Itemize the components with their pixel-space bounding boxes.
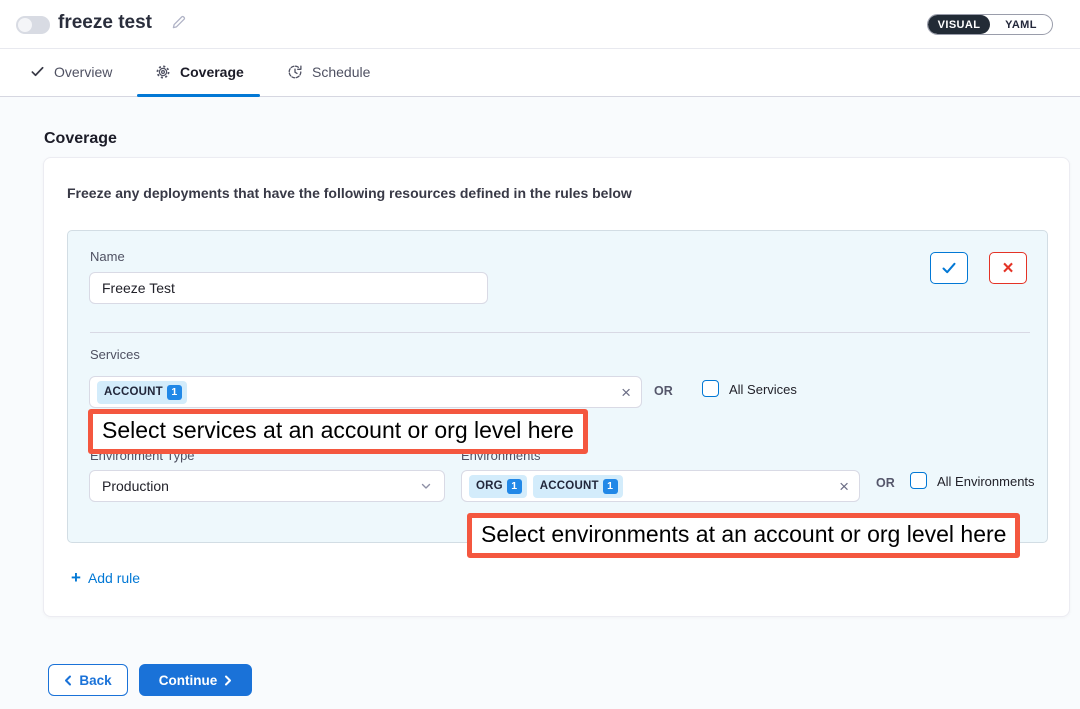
continue-button[interactable]: Continue bbox=[139, 664, 252, 696]
all-services-checkbox[interactable] bbox=[702, 380, 719, 397]
environments-annotation-callout: Select environments at an account or org… bbox=[467, 513, 1020, 558]
add-rule-label: Add rule bbox=[88, 570, 140, 586]
chevron-right-icon bbox=[224, 675, 232, 686]
tab-schedule-label: Schedule bbox=[312, 64, 370, 80]
edit-pencil-icon[interactable] bbox=[170, 14, 187, 31]
tab-overview-label: Overview bbox=[54, 64, 112, 80]
clear-environments-icon[interactable]: × bbox=[839, 478, 849, 495]
tab-coverage-label: Coverage bbox=[180, 64, 244, 80]
all-environments-checkbox[interactable] bbox=[910, 472, 927, 489]
continue-label: Continue bbox=[159, 673, 218, 688]
tag-text: ACCOUNT bbox=[540, 480, 599, 492]
page-title: freeze test bbox=[58, 12, 152, 34]
freeze-window-studio: freeze test VISUAL YAML Overview Coverag… bbox=[0, 0, 1080, 709]
clear-services-icon[interactable]: × bbox=[621, 384, 631, 401]
chevron-left-icon bbox=[64, 675, 72, 686]
tag-count-badge: 1 bbox=[507, 479, 522, 494]
environment-org-tag[interactable]: ORG 1 bbox=[469, 475, 527, 498]
visual-toggle-button[interactable]: VISUAL bbox=[928, 15, 990, 34]
schedule-clock-icon bbox=[287, 64, 303, 80]
top-header: freeze test VISUAL YAML bbox=[0, 0, 1080, 49]
studio-tabbar: Overview Coverage Schedule bbox=[0, 49, 1080, 97]
tab-schedule[interactable]: Schedule bbox=[287, 49, 370, 94]
rule-name-input[interactable] bbox=[89, 272, 488, 304]
coverage-card: Freeze any deployments that have the fol… bbox=[43, 157, 1070, 617]
delete-rule-button[interactable]: × bbox=[989, 252, 1027, 284]
services-annotation-callout: Select services at an account or org lev… bbox=[88, 409, 588, 454]
services-or-label: OR bbox=[654, 384, 673, 398]
back-label: Back bbox=[79, 673, 111, 688]
rule-panel: Name × Services ACCOUNT 1 × OR bbox=[67, 230, 1048, 543]
environment-account-tag[interactable]: ACCOUNT 1 bbox=[533, 475, 623, 498]
toggle-knob bbox=[18, 18, 32, 32]
x-icon: × bbox=[1002, 259, 1013, 278]
check-icon bbox=[941, 261, 957, 275]
name-label: Name bbox=[90, 249, 125, 264]
tag-text: ORG bbox=[476, 480, 503, 492]
environments-or-label: OR bbox=[876, 476, 895, 490]
chevron-down-icon bbox=[420, 480, 432, 492]
back-button[interactable]: Back bbox=[48, 664, 128, 696]
services-label: Services bbox=[90, 347, 140, 362]
active-tab-underline bbox=[137, 94, 260, 97]
tag-count-badge: 1 bbox=[167, 385, 182, 400]
check-icon bbox=[30, 64, 45, 79]
all-environments-label: All Environments bbox=[937, 474, 1035, 489]
coverage-description: Freeze any deployments that have the fol… bbox=[67, 185, 632, 201]
all-services-label: All Services bbox=[729, 382, 797, 397]
tab-coverage[interactable]: Coverage bbox=[155, 49, 244, 94]
tag-text: ACCOUNT bbox=[104, 386, 163, 398]
apply-rule-button[interactable] bbox=[930, 252, 968, 284]
environment-type-value: Production bbox=[102, 478, 169, 494]
visual-yaml-toggle: VISUAL YAML bbox=[927, 14, 1053, 35]
environment-type-select[interactable]: Production bbox=[89, 470, 445, 502]
freeze-enabled-toggle[interactable] bbox=[16, 16, 50, 34]
add-rule-button[interactable]: + Add rule bbox=[71, 569, 140, 586]
tab-overview[interactable]: Overview bbox=[30, 49, 112, 94]
gear-icon bbox=[155, 64, 171, 80]
plus-icon: + bbox=[71, 569, 81, 586]
service-account-tag[interactable]: ACCOUNT 1 bbox=[97, 381, 187, 404]
tag-count-badge: 1 bbox=[603, 479, 618, 494]
coverage-section-title: Coverage bbox=[44, 130, 117, 148]
yaml-toggle-button[interactable]: YAML bbox=[990, 15, 1052, 34]
environments-multiselect[interactable]: ORG 1 ACCOUNT 1 × bbox=[461, 470, 860, 502]
services-multiselect[interactable]: ACCOUNT 1 × bbox=[89, 376, 642, 408]
rule-divider bbox=[90, 332, 1030, 333]
